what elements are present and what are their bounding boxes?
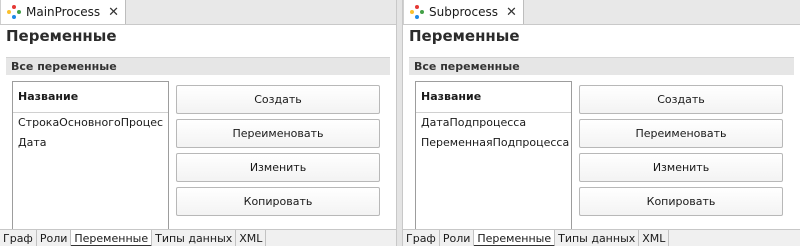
column-header-name[interactable]: Название (416, 82, 571, 113)
tab-variables[interactable]: Переменные (474, 230, 556, 246)
column-header-name[interactable]: Название (13, 82, 168, 113)
close-icon[interactable]: ✕ (506, 5, 517, 20)
table-row[interactable]: СтрокаОсновногоПроцес (13, 113, 168, 133)
close-icon[interactable]: ✕ (108, 5, 119, 20)
edit-button[interactable]: Изменить (176, 153, 380, 182)
pane-splitter[interactable] (396, 0, 403, 246)
bottom-tab-bar: Граф Роли Переменные Типы данных XML (0, 229, 396, 246)
table-row[interactable]: ПеременнаяПодпроцесса (416, 133, 571, 153)
section-title: Переменные (6, 27, 117, 45)
action-buttons: Создать Переименовать Изменить Копироват… (579, 85, 784, 221)
tab-variables[interactable]: Переменные (71, 230, 153, 246)
table-row[interactable]: ДатаПодпроцесса (416, 113, 571, 133)
editor-pane-subprocess: Subprocess ✕ Переменные Все переменные Н… (403, 0, 800, 246)
tab-roles[interactable]: Роли (37, 230, 72, 246)
tab-label: MainProcess (26, 5, 101, 19)
tab-graph[interactable]: Граф (403, 230, 440, 246)
rename-button[interactable]: Переименовать (176, 119, 380, 148)
editor-tab-bar: Subprocess ✕ (403, 0, 800, 25)
variables-table[interactable]: Название ДатаПодпроцесса ПеременнаяПодпр… (415, 81, 572, 233)
group-header: Все переменные (409, 57, 794, 75)
copy-button[interactable]: Копировать (176, 187, 380, 216)
copy-button[interactable]: Копировать (579, 187, 783, 216)
tab-subprocess[interactable]: Subprocess ✕ (403, 0, 524, 24)
variables-table[interactable]: Название СтрокаОсновногоПроцес Дата (12, 81, 169, 233)
table-row[interactable]: Дата (13, 133, 168, 153)
process-icon (410, 5, 424, 19)
tab-label: Subprocess (429, 5, 498, 19)
tab-roles[interactable]: Роли (440, 230, 475, 246)
tab-xml[interactable]: XML (639, 230, 670, 246)
tab-mainprocess[interactable]: MainProcess ✕ (0, 0, 127, 24)
edit-button[interactable]: Изменить (579, 153, 783, 182)
tab-data-types[interactable]: Типы данных (555, 230, 640, 246)
action-buttons: Создать Переименовать Изменить Копироват… (176, 85, 381, 221)
tab-data-types[interactable]: Типы данных (152, 230, 237, 246)
process-icon (7, 5, 21, 19)
tab-graph[interactable]: Граф (0, 230, 37, 246)
create-button[interactable]: Создать (176, 85, 380, 114)
editor-pane-mainprocess: MainProcess ✕ Переменные Все переменные … (0, 0, 396, 246)
bottom-tab-bar: Граф Роли Переменные Типы данных XML (403, 229, 800, 246)
editor-tab-bar: MainProcess ✕ (0, 0, 396, 25)
section-title: Переменные (409, 27, 520, 45)
group-header: Все переменные (6, 57, 390, 75)
tab-xml[interactable]: XML (236, 230, 267, 246)
create-button[interactable]: Создать (579, 85, 783, 114)
rename-button[interactable]: Переименовать (579, 119, 783, 148)
